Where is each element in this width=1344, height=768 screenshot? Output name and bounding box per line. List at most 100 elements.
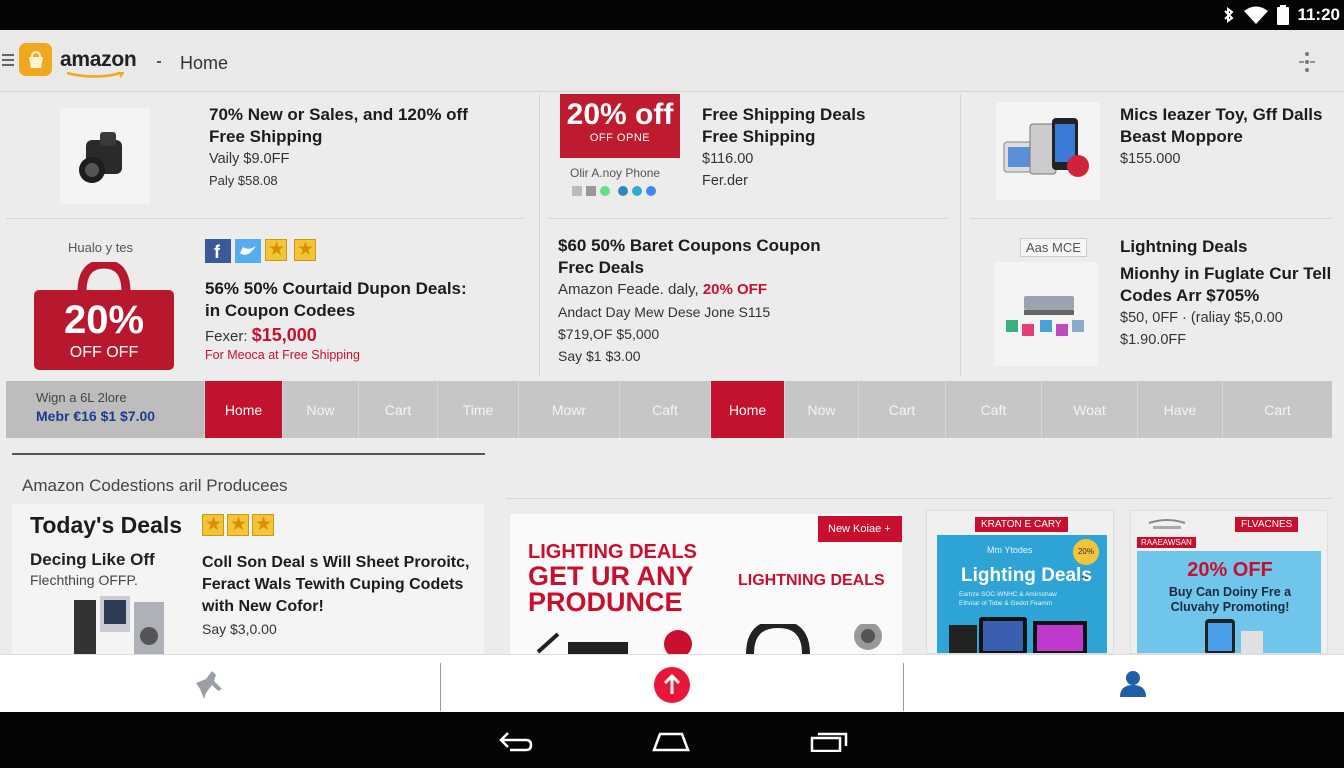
app-icons-row: [572, 186, 656, 196]
grid-divider: [970, 218, 1332, 219]
banner-products-icon: [536, 624, 882, 654]
banner-tag: New Koiae +: [818, 516, 902, 542]
tab-cart-2[interactable]: Cart: [858, 381, 945, 438]
social-icons: f: [205, 238, 319, 263]
appliances-product-icon: [74, 596, 164, 654]
thumb-label: Aas MCE: [1020, 238, 1087, 257]
strip-promo-price: Mebr €16 $1 $7.00: [36, 408, 156, 424]
bottom-navigation: [0, 654, 1344, 712]
brand-logo-text[interactable]: amazon: [60, 48, 137, 72]
tab-caft-2[interactable]: Caft: [945, 381, 1041, 438]
star-icon: [265, 238, 287, 261]
deal-card[interactable]: Aas MCE Lightning Deals Mionhy in Fuglat…: [970, 228, 1332, 376]
deal-card[interactable]: 70% New or Sales, and 120% off Free Ship…: [6, 94, 526, 216]
deal-price-label: Fexer:: [205, 328, 252, 345]
system-navigation-bar: [0, 712, 1344, 768]
star-icon: [202, 513, 224, 536]
promo-sub: Ethoiar ot Tobe & Gedot Feamm: [959, 600, 1053, 607]
grid-divider: [6, 218, 524, 219]
todays-left-sub: Flechthing OFFP.: [30, 572, 138, 588]
promo-line: Cluvahy Promoting!: [1170, 600, 1290, 614]
phone-product-icon: [1205, 619, 1263, 653]
deal-price: $50, 0FF · (raliay $5,0.00: [1120, 310, 1283, 326]
tab-cart[interactable]: Cart: [358, 381, 437, 438]
grid-divider: [960, 94, 961, 376]
deal-line: $719,OF $5,000: [558, 326, 660, 342]
todays-left-title: Decing Like Off: [30, 550, 155, 569]
shopping-bag-icon: [28, 50, 43, 68]
lighting-deals-promo[interactable]: KRATON E CARY Mm Ytodes 20% off Lighting…: [926, 510, 1114, 654]
banner-subheadline: LIGHTNING DEALS: [738, 572, 885, 589]
tab-caft[interactable]: Caft: [619, 381, 710, 438]
app-logo-icon[interactable]: [19, 43, 52, 76]
deal-card[interactable]: Mics Ieazer Toy, Gff Dalls Beast Moppore…: [970, 94, 1332, 216]
bag-discount-sub: OFF OFF: [69, 344, 139, 361]
tab-home-2[interactable]: Home: [710, 381, 784, 438]
deal-title-line: Mionhy in Fuglate Cur Tell: [1120, 264, 1332, 283]
deal-line: Say $1 $3.00: [558, 348, 641, 364]
tab-mowr[interactable]: Mowr: [518, 381, 619, 438]
status-time: 11:20: [1297, 5, 1340, 24]
overflow-menu-icon[interactable]: [1296, 50, 1318, 74]
star-icon: [294, 238, 316, 261]
brand-mark-icon: [1148, 519, 1186, 529]
deal-card[interactable]: Hualo y tes 20% OFF OFF f 56% 50% Courta…: [6, 228, 526, 376]
category-tab-strip: Wign a 6L 2lore Mebr €16 $1 $7.00 Home N…: [6, 381, 1332, 438]
deal-title: Lightning Deals: [1120, 237, 1248, 256]
promo-title: 20% OFF: [1187, 559, 1273, 581]
todays-desc: Feract Wals Tewith Cuping Codets: [202, 576, 464, 593]
discount-badge-sub: OFF OPNE: [589, 132, 651, 144]
promo-line: Buy Can Doiny Fre a: [1168, 585, 1292, 599]
hamburger-menu-icon[interactable]: [2, 54, 14, 66]
deal-line: Andact Day Mew Dese Jone S115: [558, 304, 771, 320]
back-icon[interactable]: [498, 730, 534, 752]
discount-promo[interactable]: FLVACNES RAAEAWSAN 20% OFF Buy Can Doiny…: [1130, 510, 1328, 654]
twitter-icon[interactable]: [235, 239, 261, 263]
grid-divider: [548, 218, 948, 219]
deal-price-sub: $1.90.0FF: [1120, 332, 1187, 348]
deal-card[interactable]: 20% off OFF OPNE Olir A.noy Phone Free S…: [548, 94, 953, 216]
deal-card[interactable]: $60 50% Baret Coupons Coupon Frec Deals …: [548, 228, 953, 376]
promo-title: Lighting Deals: [961, 565, 1092, 586]
tab-time[interactable]: Time: [437, 381, 518, 438]
banner-headline: GET UR ANY: [528, 561, 694, 591]
banner-headline: PRODUNCE: [528, 587, 683, 617]
rating-stars: [202, 513, 277, 536]
user-account-icon[interactable]: [1118, 669, 1148, 699]
home-icon[interactable]: [652, 730, 690, 752]
bluetooth-icon: [1224, 7, 1234, 23]
star-icon: [227, 513, 249, 536]
lighting-deals-banner[interactable]: LIGHTING DEALS GET UR ANY PRODUNCE New K…: [510, 514, 902, 654]
deal-title: $60 50% Baret Coupons Coupon: [558, 236, 821, 255]
deal-title: 56% 50% Courtaid Dupon Deals:: [205, 279, 467, 298]
deal-price-row: Fexer: $15,000: [205, 324, 467, 348]
promo-tag: KRATON E CARY: [975, 517, 1068, 532]
deal-thumbnail: [994, 262, 1098, 366]
pin-icon[interactable]: [192, 669, 226, 701]
recent-apps-icon[interactable]: [810, 730, 848, 752]
todays-deals-card[interactable]: Today's Deals Decing Like Off Flechthing…: [12, 504, 484, 654]
tab-cart-3[interactable]: Cart: [1222, 381, 1332, 438]
deal-price: $116.00: [702, 151, 754, 167]
tab-home[interactable]: Home: [204, 381, 282, 438]
facebook-icon[interactable]: f: [205, 239, 231, 263]
status-icons: 11:20: [1223, 0, 1344, 30]
devices-product-icon: [1003, 118, 1089, 177]
tab-have[interactable]: Have: [1137, 381, 1222, 438]
tab-woat[interactable]: Woat: [1041, 381, 1137, 438]
status-bar: 11:20: [0, 0, 1344, 30]
strip-promo[interactable]: Wign a 6L 2lore Mebr €16 $1 $7.00: [6, 381, 204, 438]
upload-icon[interactable]: [654, 667, 690, 703]
promo-tag: FLVACNES: [1235, 517, 1299, 532]
todays-desc: Coll Son Deal s Will Sheet Proroitc,: [202, 554, 470, 571]
deal-thumbnail: [996, 102, 1100, 200]
nav-divider: [903, 663, 904, 711]
deal-price: $155.000: [1120, 151, 1181, 167]
section-divider: [506, 498, 1332, 499]
discount-badge-text: 20% off: [566, 98, 674, 131]
tab-now-2[interactable]: Now: [784, 381, 858, 438]
section-title: Amazon Codestions aril Producees: [22, 476, 288, 495]
tab-now[interactable]: Now: [282, 381, 358, 438]
deal-title: Free Shipping Deals: [702, 105, 866, 124]
section-divider: [12, 453, 485, 455]
